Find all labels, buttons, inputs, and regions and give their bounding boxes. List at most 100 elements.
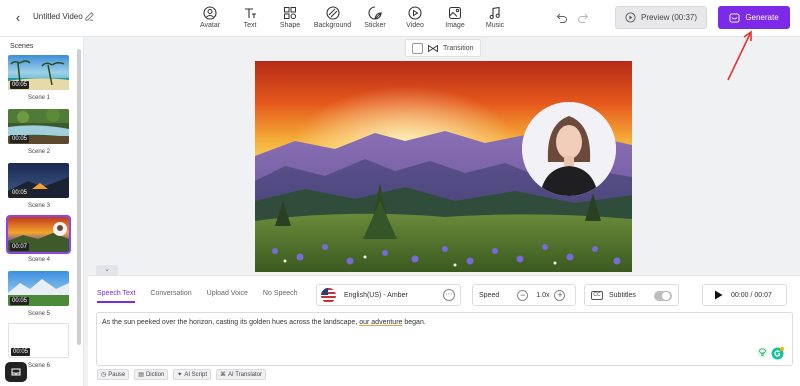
tab-no-speech[interactable]: No Speech [263, 290, 298, 303]
tool-shape-label: Shape [279, 22, 301, 29]
project-title[interactable]: Untitled Video [33, 12, 83, 21]
ai-translator-chip[interactable]: ⌘ AI Translator [216, 369, 267, 380]
edit-title-icon[interactable] [84, 11, 95, 22]
speed-decrease-icon[interactable]: − [517, 289, 529, 301]
chat-button[interactable] [5, 362, 27, 382]
tool-text[interactable]: Text [230, 4, 270, 34]
generate-label: Generate [745, 13, 779, 22]
avatar-overlay[interactable] [522, 102, 616, 196]
more-icon[interactable]: ··· [443, 289, 455, 301]
scene-item-2[interactable]: 00:05 Scene 2 [8, 109, 70, 155]
book-icon: ▤ [138, 372, 144, 378]
play-icon[interactable] [714, 290, 723, 300]
background-icon [325, 6, 340, 20]
tool-sticker[interactable]: Sticker [355, 4, 395, 34]
scene-label: Scene 1 [27, 95, 51, 101]
speech-text-part-1: As the sun peeked over the horizon, cast… [102, 319, 360, 326]
redo-icon[interactable] [577, 12, 589, 24]
tab-conversation[interactable]: Conversation [150, 290, 191, 303]
top-bar: ‹ Untitled Video Avatar Text Shape Backg… [0, 0, 800, 37]
tool-avatar-label: Avatar [199, 22, 221, 29]
scene-item-4[interactable]: 00:07 Scene 4 [6, 215, 71, 263]
scene-item-3[interactable]: 00:05 Scene 3 [8, 163, 70, 209]
scene-label: Scene 4 [27, 257, 51, 263]
scene-duration: 00:05 [11, 348, 31, 356]
generate-icon [729, 12, 740, 23]
avatar-icon [203, 6, 217, 20]
generate-button[interactable]: Generate [718, 6, 790, 29]
scene-duration: 00:05 [10, 81, 30, 89]
sidebar-scrollbar[interactable] [77, 49, 81, 345]
speed-value: 1.0x [536, 291, 550, 299]
collapse-panel-button[interactable]: ⌄ [96, 265, 118, 275]
tool-image[interactable]: Image [435, 4, 475, 34]
undo-icon[interactable] [556, 12, 568, 24]
tool-video-label: Video [406, 22, 424, 29]
scene-duration: 00:05 [10, 135, 30, 143]
ai-script-chip[interactable]: ✦ AI Script [173, 369, 211, 380]
preview-label: Preview (00:37) [640, 13, 698, 22]
transition-button[interactable]: Transition [405, 39, 481, 57]
bulb-icon[interactable] [757, 347, 768, 358]
tool-background-label: Background [313, 22, 352, 29]
transition-checkbox[interactable] [412, 42, 423, 54]
speech-text-flagged: our adventure [359, 319, 403, 326]
voice-name: English(US) - Amber [344, 291, 408, 299]
scene-thumbnail: 00:05 [8, 271, 69, 306]
speed-control: Speed − 1.0x + [472, 284, 576, 306]
scene-thumbnail: 00:05 [8, 55, 69, 90]
diction-chip[interactable]: ▤ Diction [134, 369, 169, 380]
tool-avatar[interactable]: Avatar [190, 4, 230, 34]
sparkle-icon: ✦ [177, 372, 183, 378]
toolbar: Avatar Text Shape Background Sticker Vid… [190, 4, 515, 34]
speech-panel: Speech Text Conversation Upload Voice No… [88, 275, 800, 386]
tool-background[interactable]: Background [310, 4, 355, 34]
scene-thumbnail: 00:05 [8, 163, 69, 198]
us-flag-icon [321, 287, 336, 303]
diction-label: Diction [145, 371, 165, 378]
tool-shape[interactable]: Shape [270, 4, 310, 34]
ai-translator-label: AI Translator [228, 371, 263, 378]
sticker-icon [368, 6, 382, 20]
scene-label: Scene 2 [27, 149, 51, 155]
cc-icon: CC [591, 290, 603, 300]
pause-chip[interactable]: ◷ Pause [97, 369, 130, 380]
avatar-portrait [522, 102, 616, 196]
ai-script-label: AI Script [184, 371, 207, 378]
shape-icon [284, 7, 297, 20]
grammarly-icon[interactable] [771, 347, 784, 360]
translate-icon: ⌘ [220, 372, 226, 378]
subtitles-toggle[interactable] [654, 291, 672, 301]
play-circle-icon [625, 12, 636, 23]
back-button[interactable]: ‹ [10, 10, 26, 26]
clock-icon: ◷ [101, 372, 107, 378]
speed-increase-icon[interactable]: + [554, 289, 566, 301]
tab-upload-voice[interactable]: Upload Voice [207, 290, 248, 303]
tool-text-label: Text [243, 22, 257, 29]
scene-label: Scene 3 [27, 203, 51, 209]
bowtie-icon [428, 44, 438, 52]
tool-image-label: Image [445, 22, 465, 29]
tab-speech-text[interactable]: Speech Text [97, 290, 136, 303]
scenes-title: Scenes [10, 43, 34, 50]
tool-music-label: Music [485, 22, 505, 29]
tool-music[interactable]: Music [475, 4, 515, 34]
scene-thumbnail: 00:07 [6, 215, 71, 254]
subtitles-label: Subtitles [609, 291, 636, 299]
transition-label: Transition [443, 44, 474, 52]
subtitles-control: CC Subtitles [584, 284, 679, 306]
image-icon [449, 7, 461, 19]
video-icon [408, 6, 422, 20]
scene-item-5[interactable]: 00:05 Scene 5 [8, 271, 70, 317]
speech-text-input[interactable]: As the sun peeked over the horizon, cast… [96, 312, 793, 366]
voice-selector[interactable]: English(US) - Amber ··· [316, 284, 461, 306]
audio-player: 00:00 / 00:07 [702, 284, 787, 306]
annotation-arrow [727, 30, 752, 81]
pause-label: Pause [108, 371, 126, 378]
speech-tabs: Speech Text Conversation Upload Voice No… [97, 290, 298, 303]
tool-video[interactable]: Video [395, 4, 435, 34]
scene-item-1[interactable]: 00:05 Scene 1 [8, 55, 70, 101]
preview-button[interactable]: Preview (00:37) [615, 6, 707, 29]
speech-text-part-2: began. [402, 319, 426, 326]
speed-label: Speed [479, 291, 500, 299]
